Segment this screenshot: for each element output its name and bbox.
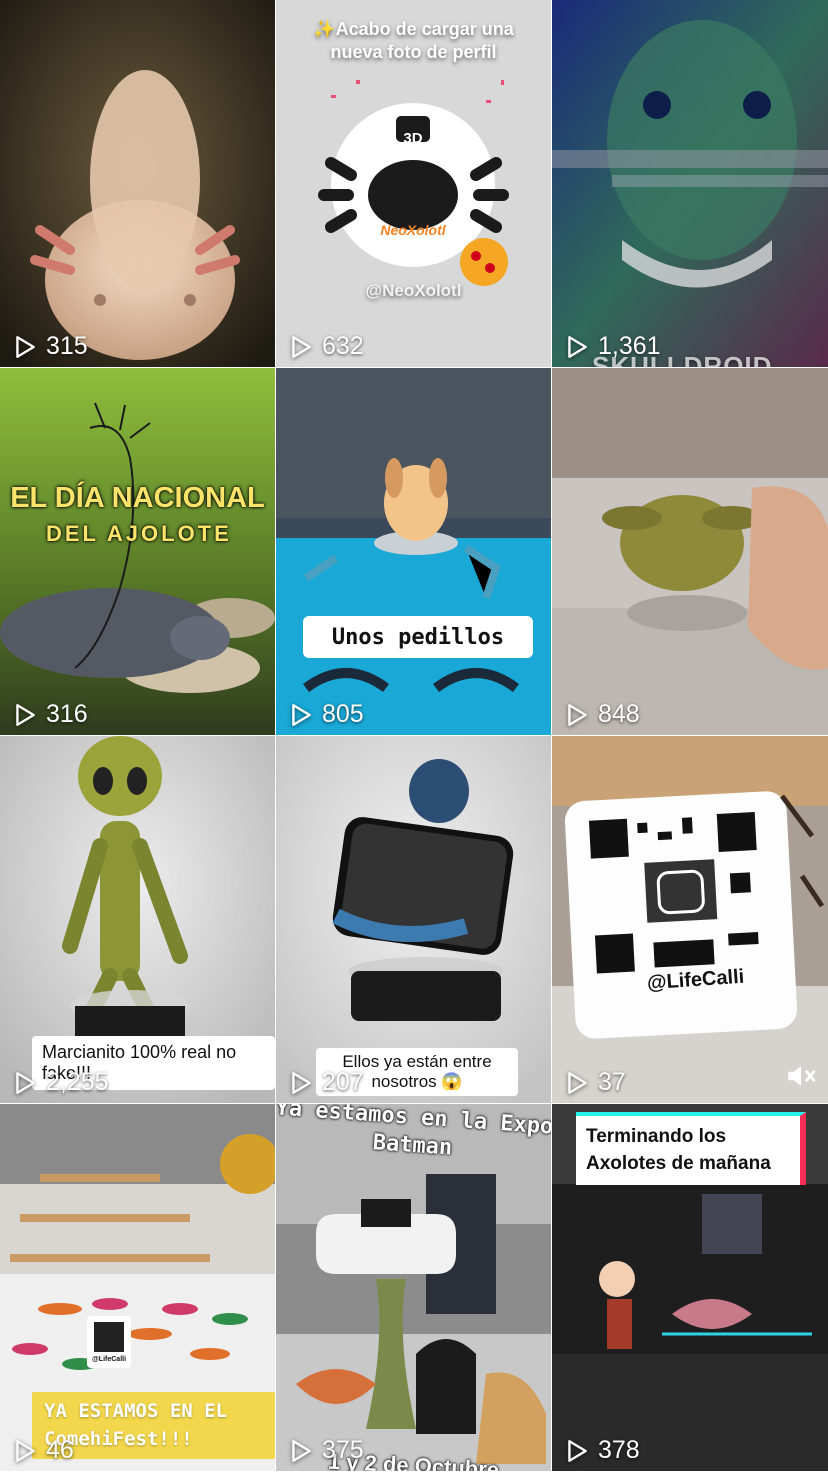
video-tile-3[interactable]: SKULLDROID 1,361: [552, 0, 828, 367]
view-count: 46: [12, 1436, 74, 1465]
view-count: 37: [564, 1068, 626, 1097]
play-icon: [568, 1071, 587, 1094]
qr-label: @LifeCalli: [91, 1356, 127, 1363]
view-count-value: 1,361: [598, 332, 661, 360]
view-count: 207: [288, 1068, 364, 1097]
view-count: 375: [288, 1436, 364, 1465]
axolotl-day-thumbnail: [0, 368, 275, 735]
view-count-value: 207: [322, 1068, 364, 1096]
view-count-value: 46: [46, 1436, 74, 1464]
handle-watermark: @NeoXolotl: [365, 281, 462, 300]
play-icon: [292, 335, 311, 358]
view-count-value: 37: [598, 1068, 626, 1096]
logo-badge: 3D: [403, 130, 423, 147]
view-count: 632: [288, 332, 364, 361]
video-tile-10[interactable]: YA ESTAMOS EN EL ComehiFest!!! @LifeCall…: [0, 1104, 275, 1471]
play-icon: [16, 1071, 35, 1094]
view-count-value: 848: [598, 700, 640, 728]
qr-sign-thumbnail: [552, 736, 828, 1103]
muted-speaker-icon[interactable]: [784, 1059, 818, 1093]
view-count: 1,361: [564, 332, 661, 361]
play-icon: [16, 1439, 35, 1462]
video-grid: 315 ✨Acabo de cargar una nueva foto de p…: [0, 0, 828, 1480]
caption-label: Terminando los Axolotes de mañana: [576, 1112, 806, 1186]
view-count: 315: [12, 332, 88, 361]
title-line-1: EL DÍA NACIONAL: [10, 482, 265, 514]
video-tile-7[interactable]: Marcianito 100% real no fake!!! 2,255: [0, 736, 275, 1103]
view-count: 805: [288, 700, 364, 729]
play-icon: [16, 703, 35, 726]
view-count-value: 632: [322, 332, 364, 360]
yoda-figure-thumbnail: [552, 368, 828, 735]
view-count-value: 378: [598, 1436, 640, 1464]
play-icon: [292, 1439, 311, 1462]
view-count-value: 316: [46, 700, 88, 728]
logo-text: NeoXolotl: [380, 222, 446, 238]
puppy-figures-thumbnail: [276, 368, 551, 735]
view-count-value: 2,255: [46, 1068, 109, 1096]
play-icon: [568, 703, 587, 726]
view-count-value: 375: [322, 1436, 364, 1464]
caption-label: Unos pedillos: [303, 616, 533, 658]
view-count: 316: [12, 700, 88, 729]
video-tile-6[interactable]: 848: [552, 368, 828, 735]
play-icon: [292, 1071, 311, 1094]
video-tile-4[interactable]: EL DÍA NACIONAL DEL AJOLOTE 316: [0, 368, 275, 735]
axolotl-thumbnail: [0, 0, 275, 367]
video-tile-11[interactable]: Ya estamos en la Expo Batman 1 y 2 de Oc…: [276, 1104, 551, 1471]
video-tile-2[interactable]: ✨Acabo de cargar una nueva foto de perfi…: [276, 0, 551, 367]
video-caption: ✨Acabo de cargar una nueva foto de perfi…: [313, 19, 514, 62]
glitch-face-thumbnail: [552, 0, 828, 367]
video-tile-12[interactable]: Terminando los Axolotes de mañana 378: [552, 1104, 828, 1471]
view-count: 378: [564, 1436, 640, 1465]
play-icon: [568, 1439, 587, 1462]
video-tile-5[interactable]: Unos pedillos 805: [276, 368, 551, 735]
view-count-value: 315: [46, 332, 88, 360]
video-tile-1[interactable]: 315: [0, 0, 275, 367]
play-icon: [16, 335, 35, 358]
view-count: 848: [564, 700, 640, 729]
play-icon: [292, 703, 311, 726]
title-line-2: DEL AJOLOTE: [46, 521, 232, 546]
view-count-value: 805: [322, 700, 364, 728]
video-tile-9[interactable]: @LifeCalli 37: [552, 736, 828, 1103]
video-tile-8[interactable]: Ellos ya están entre nosotros 😱 207: [276, 736, 551, 1103]
view-count: 2,255: [12, 1068, 109, 1097]
play-icon: [568, 335, 587, 358]
